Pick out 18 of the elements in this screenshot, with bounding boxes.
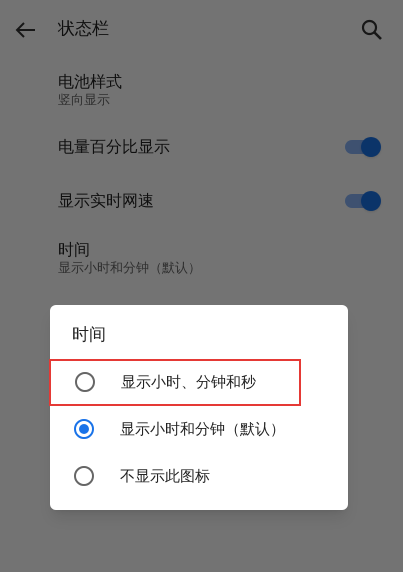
page-title: 状态栏 <box>58 18 110 42</box>
radio-option[interactable]: 显示小时、分钟和秒 <box>49 358 301 406</box>
toggle-switch[interactable] <box>345 136 381 158</box>
radio-button[interactable] <box>74 466 94 486</box>
search-icon[interactable] <box>361 19 383 41</box>
radio-button[interactable] <box>74 419 94 439</box>
radio-button[interactable] <box>75 372 95 392</box>
setting-title: 显示实时网速 <box>58 190 154 212</box>
setting-title: 电池样式 <box>58 72 123 92</box>
toggle-switch[interactable] <box>345 190 381 212</box>
radio-option[interactable]: 显示小时和分钟（默认） <box>50 406 348 452</box>
setting-title: 时间 <box>58 240 91 260</box>
setting-summary: 竖向显示 <box>58 92 111 108</box>
setting-summary: 显示小时和分钟（默认） <box>58 260 202 276</box>
radio-option[interactable]: 不显示此图标 <box>50 452 348 500</box>
setting-title: 电量百分比显示 <box>58 136 170 158</box>
back-arrow-icon[interactable] <box>14 21 36 39</box>
dialog-title: 时间 <box>71 324 107 347</box>
